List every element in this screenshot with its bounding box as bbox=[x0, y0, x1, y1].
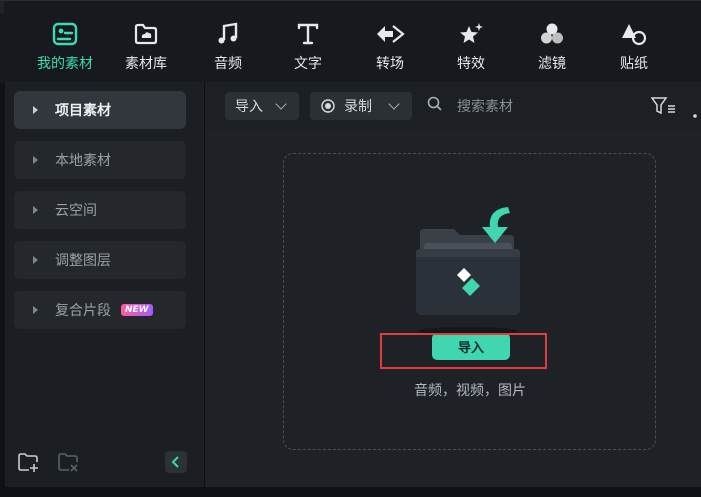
highlight-box bbox=[380, 333, 547, 369]
tab-label: 贴纸 bbox=[620, 56, 648, 72]
effects-star-icon bbox=[456, 21, 486, 47]
filters-icon bbox=[537, 21, 567, 47]
tab-label: 音频 bbox=[214, 56, 242, 72]
chevron-right-icon bbox=[33, 156, 38, 164]
new-badge: NEW bbox=[121, 304, 153, 316]
sidebar-item-label: 项目素材 bbox=[55, 103, 111, 119]
collapse-sidebar-button[interactable] bbox=[165, 451, 187, 473]
delete-folder-icon[interactable] bbox=[57, 451, 79, 473]
import-dropdown-label: 导入 bbox=[235, 99, 263, 115]
media-sidebar: 项目素材 本地素材 云空间 调整图层 复合片段 NEW bbox=[5, 82, 204, 487]
import-folder-icon bbox=[414, 205, 522, 335]
sidebar-item-label: 复合片段 bbox=[55, 303, 111, 319]
search-bar[interactable]: 搜索素材 bbox=[427, 94, 637, 118]
search-icon bbox=[427, 96, 443, 116]
chevron-right-icon bbox=[33, 206, 38, 214]
top-tab-bar: 我的素材 素材库 音频 文字 转场 特效 滤镜 贴纸 bbox=[0, 0, 701, 83]
tab-text[interactable]: 文字 bbox=[268, 21, 348, 77]
dropzone-hint: 音频，视频，图片 bbox=[414, 383, 526, 399]
tab-effects[interactable]: 特效 bbox=[431, 21, 511, 77]
chevron-right-icon bbox=[33, 306, 38, 314]
chevron-right-icon bbox=[33, 106, 38, 114]
record-dropdown-label: 录制 bbox=[344, 99, 372, 115]
tab-stickers[interactable]: 贴纸 bbox=[594, 21, 674, 77]
sidebar-item-project-media[interactable]: 项目素材 bbox=[14, 91, 186, 129]
search-input[interactable]: 搜索素材 bbox=[457, 96, 513, 116]
sidebar-item-label: 云空间 bbox=[55, 203, 97, 219]
tab-filters[interactable]: 滤镜 bbox=[512, 21, 592, 77]
chevron-down-icon bbox=[275, 98, 287, 110]
tab-stock-media[interactable]: 素材库 bbox=[106, 21, 186, 77]
import-dropdown[interactable]: 导入 bbox=[225, 92, 299, 120]
transition-icon bbox=[375, 21, 405, 47]
stickers-icon bbox=[619, 21, 649, 47]
record-icon bbox=[321, 99, 335, 113]
chevron-down-icon bbox=[388, 98, 400, 110]
tab-label: 文字 bbox=[294, 56, 322, 72]
tab-transitions[interactable]: 转场 bbox=[350, 21, 430, 77]
tab-audio[interactable]: 音频 bbox=[188, 21, 268, 77]
tab-label: 特效 bbox=[457, 56, 485, 72]
text-t-icon bbox=[293, 21, 323, 47]
filter-icon[interactable] bbox=[650, 96, 677, 120]
stock-media-icon bbox=[131, 21, 161, 47]
sidebar-item-local-media[interactable]: 本地素材 bbox=[14, 141, 186, 179]
add-folder-icon[interactable] bbox=[17, 451, 39, 473]
my-media-icon bbox=[50, 21, 80, 47]
tab-label: 转场 bbox=[376, 56, 404, 72]
media-toolbar: 导入 录制 搜索素材 bbox=[205, 82, 701, 130]
record-dropdown[interactable]: 录制 bbox=[310, 92, 412, 120]
more-icon[interactable] bbox=[692, 104, 700, 123]
sidebar-item-cloud-space[interactable]: 云空间 bbox=[14, 191, 186, 229]
tab-label: 滤镜 bbox=[538, 56, 566, 72]
tab-my-media[interactable]: 我的素材 bbox=[25, 21, 105, 77]
chevron-right-icon bbox=[33, 256, 38, 264]
tab-label: 我的素材 bbox=[37, 56, 93, 72]
sidebar-item-compound-clip[interactable]: 复合片段 NEW bbox=[14, 291, 186, 329]
sidebar-item-label: 调整图层 bbox=[55, 253, 111, 269]
chevron-left-icon bbox=[171, 453, 181, 472]
audio-note-icon bbox=[213, 21, 243, 47]
tab-label: 素材库 bbox=[125, 56, 167, 72]
window-corner-mark bbox=[0, 1, 4, 13]
sidebar-item-adjustment-layer[interactable]: 调整图层 bbox=[14, 241, 186, 279]
sidebar-item-label: 本地素材 bbox=[55, 153, 111, 169]
